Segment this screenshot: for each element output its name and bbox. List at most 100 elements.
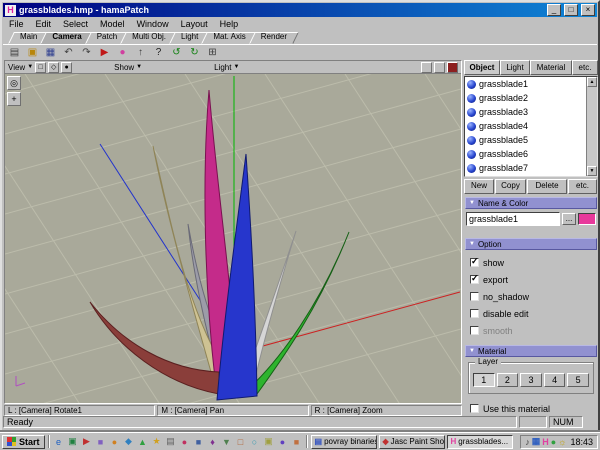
object-list-item[interactable]: grassblade6	[465, 147, 586, 161]
app-icon-4[interactable]: ▲	[137, 435, 149, 449]
mail-icon[interactable]: ▣	[67, 435, 79, 449]
object-action-button[interactable]: etc.	[568, 179, 597, 194]
section-header-name-color[interactable]: ▼ Name & Color	[465, 197, 597, 209]
material-sphere-icon[interactable]: ●	[114, 45, 131, 60]
show-menu-button[interactable]: Show ▼	[114, 63, 142, 72]
object-list-item[interactable]: grassblade1	[465, 77, 586, 91]
display-icon[interactable]: ▦	[532, 436, 541, 447]
menu-item[interactable]: Window	[131, 18, 175, 31]
taskbar-task-button[interactable]: H grassblades...	[447, 435, 513, 449]
view-menu-button[interactable]: View ▼	[8, 63, 33, 72]
power-icon[interactable]: ☼	[558, 437, 566, 447]
app-icon-10[interactable]: ▼	[221, 435, 233, 449]
color-browse-button[interactable]: ...	[562, 213, 576, 225]
object-action-button[interactable]: Copy	[495, 179, 526, 194]
redo-icon[interactable]: ↷	[78, 45, 95, 60]
object-list-item[interactable]: grassblade2	[465, 91, 586, 105]
app-icon-13[interactable]: ▣	[263, 435, 275, 449]
taskbar-task-button[interactable]: ◆ Jasc Paint Shop...	[379, 435, 445, 449]
option-checkbox[interactable]: no_shadow	[470, 288, 596, 305]
object-list-item[interactable]: grassblade4	[465, 119, 586, 133]
object-name-input[interactable]	[466, 212, 560, 226]
viewport-move-icon[interactable]: +	[7, 92, 21, 106]
menu-item[interactable]: Edit	[30, 18, 58, 31]
grid-toggle-icon[interactable]: □	[35, 62, 46, 73]
app-icon-12[interactable]: ○	[249, 435, 261, 449]
use-material-checkbox[interactable]: Use this material	[470, 400, 550, 417]
layer-button[interactable]: 4	[544, 373, 566, 387]
open-folder-icon[interactable]: ▣	[24, 45, 41, 60]
light-menu-button[interactable]: Light ▼	[214, 63, 239, 72]
wire-toggle-icon[interactable]: ●	[61, 62, 72, 73]
layer-button[interactable]: 1	[473, 373, 495, 387]
object-list-item[interactable]: grassblade3	[465, 105, 586, 119]
section-header-option[interactable]: ▼ Option	[465, 238, 597, 250]
app-icon-2[interactable]: ●	[109, 435, 121, 449]
help-icon[interactable]: ?	[150, 45, 167, 60]
menu-item[interactable]: Layout	[175, 18, 214, 31]
menu-item[interactable]: Select	[57, 18, 94, 31]
viewport-split-button[interactable]	[421, 62, 432, 73]
app-icon-9[interactable]: ♦	[207, 435, 219, 449]
panel-tab[interactable]: Light	[500, 60, 530, 75]
section-title: Option	[478, 240, 502, 249]
object-list-scrollbar[interactable]: ▲ ▼	[586, 77, 597, 176]
app-icon-8[interactable]: ■	[193, 435, 205, 449]
viewport-camera-icon[interactable]: ◎	[7, 76, 21, 90]
option-checkbox[interactable]: show	[470, 254, 596, 271]
shade-toggle-icon[interactable]: ◇	[48, 62, 59, 73]
scheduler-icon[interactable]: ●	[551, 437, 556, 447]
browser-icon[interactable]: e	[53, 435, 65, 449]
app-icon-14[interactable]: ●	[277, 435, 289, 449]
object-action-button[interactable]: New	[464, 179, 494, 194]
hamapatch-tray-icon[interactable]: H	[542, 437, 549, 447]
object-list-item[interactable]: grassblade7	[465, 161, 586, 175]
app-icon-15[interactable]: ■	[291, 435, 303, 449]
option-checkbox[interactable]: smooth	[470, 322, 596, 339]
scroll-down-icon[interactable]: ▼	[587, 166, 597, 176]
close-button[interactable]: ×	[581, 4, 595, 16]
scroll-up-icon[interactable]: ▲	[587, 77, 597, 87]
viewport-close-button[interactable]	[447, 62, 458, 73]
rotate-ccw-icon[interactable]: ↺	[168, 45, 185, 60]
option-checkbox[interactable]: disable edit	[470, 305, 596, 322]
layer-button[interactable]: 3	[520, 373, 542, 387]
color-swatch[interactable]	[578, 213, 596, 225]
mouse-hint-bar: L : [Camera] Rotate1M : [Camera] PanR : …	[4, 405, 462, 416]
grid-icon[interactable]: ⊞	[204, 45, 221, 60]
menu-item[interactable]: Model	[94, 18, 131, 31]
viewport-3d-canvas[interactable]: ◎ +	[5, 74, 461, 403]
start-button[interactable]: Start	[2, 435, 45, 449]
new-icon[interactable]: ▤	[6, 45, 23, 60]
menu-item[interactable]: Help	[214, 18, 245, 31]
viewport-maximize-button[interactable]	[434, 62, 445, 73]
chevron-down-icon: ▼	[27, 63, 33, 71]
render-icon[interactable]: ▶	[96, 45, 113, 60]
app-icon-5[interactable]: ★	[151, 435, 163, 449]
object-action-button[interactable]: Delete	[527, 179, 567, 194]
menu-item[interactable]: File	[3, 18, 30, 31]
minimize-button[interactable]: _	[547, 4, 561, 16]
object-list-item[interactable]: grassblade5	[465, 133, 586, 147]
layer-button[interactable]: 2	[497, 373, 519, 387]
panel-tab[interactable]: Object	[464, 60, 500, 75]
app-icon-1[interactable]: ■	[95, 435, 107, 449]
panel-tab[interactable]: etc.	[572, 60, 598, 75]
move-up-icon[interactable]: ↑	[132, 45, 149, 60]
app-icon-11[interactable]: □	[235, 435, 247, 449]
media-icon[interactable]: ▶	[81, 435, 93, 449]
section-header-material[interactable]: ▼ Material	[465, 345, 597, 357]
rotate-cw-icon[interactable]: ↻	[186, 45, 203, 60]
panel-tab[interactable]: Material	[530, 60, 572, 75]
undo-icon[interactable]: ↶	[60, 45, 77, 60]
taskbar-task-button[interactable]: ▤ povray binaries i...	[311, 435, 377, 449]
app-icon-6[interactable]: ▤	[165, 435, 177, 449]
option-checkbox[interactable]: export	[470, 271, 596, 288]
save-icon[interactable]: ▦	[42, 45, 59, 60]
volume-icon[interactable]: ♪	[525, 437, 530, 447]
app-icon-3[interactable]: ◆	[123, 435, 135, 449]
maximize-button[interactable]: □	[564, 4, 578, 16]
layer-button[interactable]: 5	[567, 373, 589, 387]
mode-tab[interactable]: Render	[250, 31, 298, 44]
app-icon-7[interactable]: ●	[179, 435, 191, 449]
